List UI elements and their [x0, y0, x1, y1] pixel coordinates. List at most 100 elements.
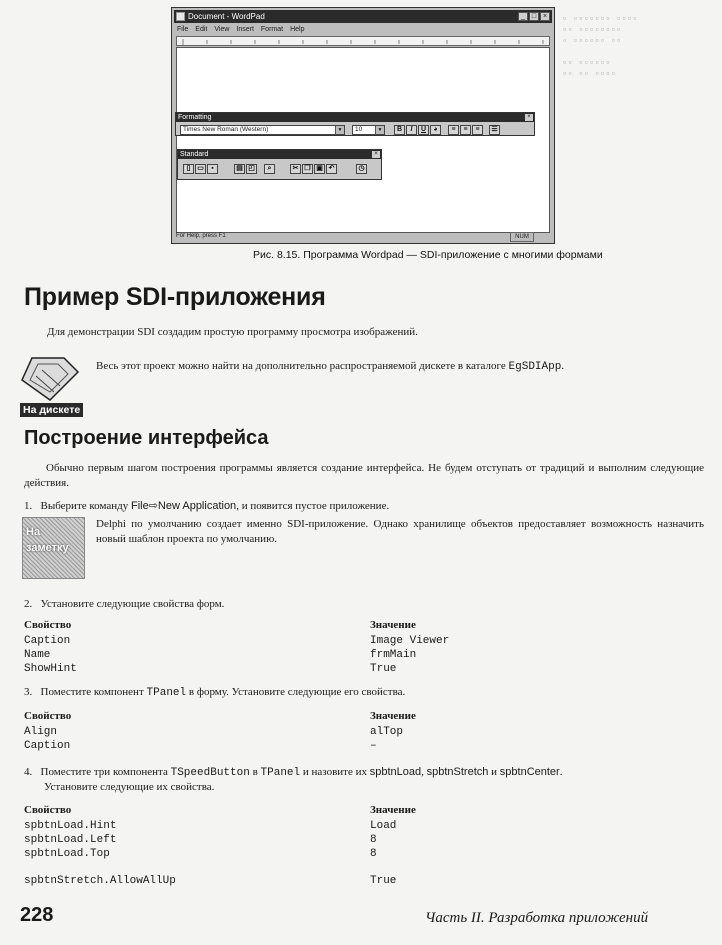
copy-icon[interactable]: ❐ — [302, 164, 313, 174]
table-row-prop: Name — [24, 649, 51, 661]
paste-icon[interactable]: ▣ — [314, 164, 325, 174]
table-row-value: Load — [370, 820, 397, 832]
table-row-value: True — [370, 663, 397, 675]
italic-button[interactable]: I — [406, 125, 417, 135]
chevron-down-icon[interactable]: ▼ — [335, 126, 344, 134]
undo-icon[interactable]: ↶ — [326, 164, 337, 174]
wordpad-app-icon — [176, 12, 185, 21]
color-palette-icon[interactable]: ◕ — [430, 125, 441, 135]
open-folder-icon[interactable]: ▭ — [195, 164, 206, 174]
intro-paragraph: Для демонстрации SDI создадим простую пр… — [47, 326, 418, 338]
cut-icon[interactable]: ✂ — [290, 164, 301, 174]
menu-view[interactable]: View — [214, 24, 229, 35]
print-icon[interactable]: ▤ — [234, 164, 245, 174]
table-row-value: alTop — [370, 726, 404, 738]
menu-file[interactable]: File — [177, 24, 188, 35]
maximize-icon[interactable]: □ — [529, 12, 539, 21]
document-area[interactable] — [176, 47, 550, 233]
status-text: For Help, press F1 — [176, 233, 226, 239]
chevron-down-icon[interactable]: ▼ — [375, 126, 384, 134]
step-3-component: TPanel — [146, 687, 187, 699]
disk-badge: На дискете — [20, 403, 84, 417]
standard-toolbar-title: Standard × — [178, 150, 381, 159]
table-1-header-value: Значение — [370, 619, 416, 631]
table-row-value: – — [370, 740, 377, 752]
subsection-heading: Построение интерфейса — [24, 427, 269, 449]
table-row-prop: spbtnLoad.Top — [24, 848, 110, 860]
table-row-value: Image Viewer — [370, 635, 450, 647]
table-row-prop: spbtnStretch.AllowAllUp — [24, 875, 176, 887]
step-4-pre: Поместите три компонента — [40, 766, 171, 778]
font-size-combo[interactable]: 10 ▼ — [352, 125, 385, 135]
minimize-icon[interactable]: _ — [518, 12, 528, 21]
align-center-icon[interactable]: ≡ — [460, 125, 471, 135]
menu-insert[interactable]: Insert — [236, 24, 254, 35]
running-footer: Часть II. Разработка приложений — [425, 910, 649, 926]
ruler[interactable] — [176, 36, 550, 46]
bleed-through-text: ▫ ▫▫▫▫▫▫▫ ▫▫▫▫ ▫▫ ▫▫▫▫▫▫▫▫ ▫ ▫▫▫▫▫▫ ▫▫ ▫▫ ▫… — [562, 14, 638, 79]
step-2-text: Установите следующие свойства форм. — [40, 598, 225, 610]
step-1-post: , и появится пустое приложение. — [236, 500, 390, 512]
disk-note-text: Весь этот проект можно найти на дополнит… — [96, 359, 711, 375]
step-4-name-2: spbtnStretch — [426, 766, 489, 778]
step-4-component-1: TSpeedButton — [170, 767, 250, 779]
table-3-header-value: Значение — [370, 804, 416, 816]
note-icon: На заметку — [22, 517, 85, 579]
underline-button[interactable]: U — [418, 125, 429, 135]
table-2-header-prop: Свойство — [24, 710, 72, 722]
step-1: 1. Выберите команду File⇨New Application… — [24, 499, 389, 514]
num-lock-indicator: NUM — [510, 232, 534, 242]
step-4-name-3: spbtnCenter — [499, 766, 560, 778]
find-icon[interactable]: ⌕ — [264, 164, 275, 174]
menu-help[interactable]: Help — [290, 24, 304, 35]
align-left-icon[interactable]: ≡ — [448, 125, 459, 135]
menu-edit[interactable]: Edit — [195, 24, 207, 35]
formatting-toolbar-title-text: Formatting — [178, 114, 212, 121]
close-icon[interactable]: × — [540, 12, 550, 21]
step-3-pre: Поместите компонент — [40, 686, 147, 698]
step-1-command: File⇨New Application — [130, 500, 237, 512]
table-row-value: 8 — [370, 848, 377, 860]
font-name-combo[interactable]: Times New Roman (Western) ▼ — [180, 125, 345, 135]
wordpad-figure: Document - WordPad _ □ × File Edit View … — [171, 7, 555, 244]
step-4-mid-2: и назовите их — [300, 766, 370, 778]
step-4-mid-1: в — [249, 766, 261, 778]
table-row-prop: Align — [24, 726, 58, 738]
note-text: Delphi по умолчанию создает именно SDI-п… — [96, 518, 704, 545]
disk-note-text-after: . — [561, 360, 565, 372]
insert-datetime-icon[interactable]: ◷ — [356, 164, 367, 174]
menu-format[interactable]: Format — [261, 24, 283, 35]
print-preview-icon[interactable]: ◰ — [246, 164, 257, 174]
table-row-prop: Caption — [24, 635, 71, 647]
table-row-prop: spbtnLoad.Left — [24, 834, 117, 846]
step-2: 2. Установите следующие свойства форм. — [24, 597, 224, 612]
step-4: 4. Поместите три компонента TSpeedButton… — [24, 765, 714, 781]
close-icon[interactable]: × — [525, 114, 533, 121]
table-row-value: frmMain — [370, 649, 417, 661]
figure-caption: Рис. 8.15. Программа Wordpad — SDI-прило… — [253, 249, 603, 261]
step-4-component-2: TPanel — [260, 767, 301, 779]
step-2-number: 2. — [24, 598, 33, 610]
font-name-value: Times New Roman (Western) — [183, 126, 269, 133]
formatting-toolbar: Formatting × Times New Roman (Western) ▼… — [175, 112, 535, 136]
step-1-number: 1. — [24, 500, 33, 512]
step-4-number: 4. — [24, 766, 33, 778]
status-bar: For Help, press F1 NUM — [174, 231, 552, 242]
bullets-icon[interactable]: ☰ — [489, 125, 500, 135]
standard-toolbar-title-text: Standard — [180, 151, 209, 158]
table-row-prop: ShowHint — [24, 663, 77, 675]
table-row-value: True — [370, 875, 397, 887]
new-document-icon[interactable]: ▯ — [183, 164, 194, 174]
bold-button[interactable]: B — [394, 125, 405, 135]
align-right-icon[interactable]: ≡ — [472, 125, 483, 135]
step-3: 3. Поместите компонент TPanel в форму. У… — [24, 685, 405, 701]
section-heading: Пример SDI-приложения — [24, 283, 326, 311]
close-icon[interactable]: × — [372, 151, 380, 158]
note-badge-line-2: заметку — [26, 542, 69, 554]
note-badge-line-1: На — [26, 526, 41, 538]
wordpad-menubar: File Edit View Insert Format Help — [174, 24, 552, 35]
table-row-prop: Caption — [24, 740, 71, 752]
wordpad-titlebar: Document - WordPad _ □ × — [174, 10, 552, 23]
save-icon[interactable]: ▪ — [207, 164, 218, 174]
step-3-post: в форму. Установите следующие его свойст… — [186, 686, 406, 698]
